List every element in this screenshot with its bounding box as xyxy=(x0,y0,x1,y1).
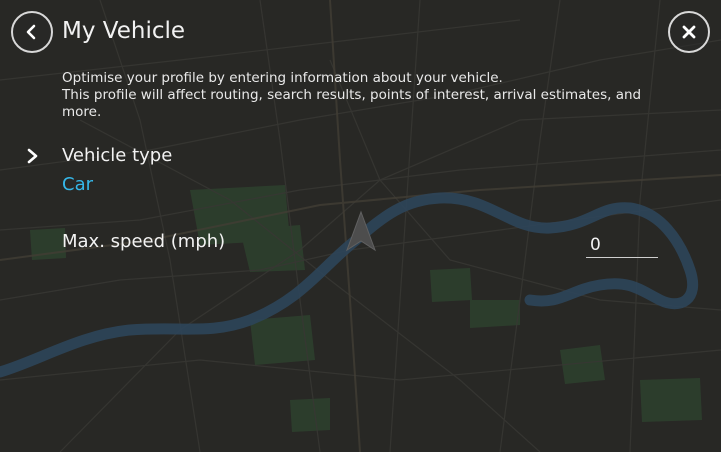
vehicle-type-value: Car xyxy=(62,174,93,195)
profile-description: Optimise your profile by entering inform… xyxy=(62,70,672,121)
vehicle-type-item[interactable]: Vehicle type Car xyxy=(22,142,322,200)
my-vehicle-screen: My Vehicle Optimise your profile by ente… xyxy=(0,0,721,452)
vehicle-type-label: Vehicle type xyxy=(62,145,173,166)
page-title: My Vehicle xyxy=(62,18,186,44)
close-icon xyxy=(682,25,696,39)
max-speed-input[interactable] xyxy=(586,232,658,258)
chevron-left-icon xyxy=(26,24,36,40)
description-line-2: This profile will affect routing, search… xyxy=(62,87,642,120)
back-button[interactable] xyxy=(11,11,53,53)
max-speed-label: Max. speed (mph) xyxy=(62,231,226,252)
close-button[interactable] xyxy=(668,11,710,53)
description-line-1: Optimise your profile by entering inform… xyxy=(62,70,503,86)
dim-overlay xyxy=(0,0,721,452)
chevron-right-icon xyxy=(27,148,38,164)
